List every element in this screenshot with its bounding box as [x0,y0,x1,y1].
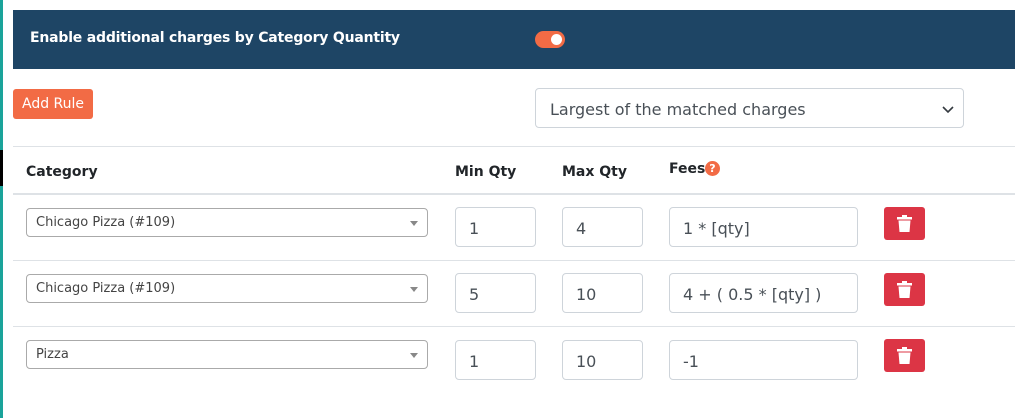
enable-charges-toggle[interactable] [535,31,565,48]
min-qty-input[interactable]: 1 [455,207,536,247]
question-circle-icon[interactable]: ? [705,161,720,176]
column-header-max-qty: Max Qty [562,164,628,180]
fee-input[interactable]: 4 + ( 0.5 * [qty] ) [669,273,858,313]
delete-rule-button[interactable] [884,273,925,306]
min-qty-input[interactable]: 5 [455,273,536,313]
category-select[interactable]: Chicago Pizza (#109) [26,274,428,303]
min-qty-value: 5 [469,285,480,304]
fee-input[interactable]: -1 [669,340,858,380]
column-header-min-qty: Min Qty [455,164,517,180]
min-qty-value: 1 [469,352,480,371]
fee-value: 1 * [qty] [683,219,750,238]
max-qty-value: 10 [576,352,597,371]
max-qty-value: 4 [576,219,587,238]
trash-icon [897,347,912,364]
delete-rule-button[interactable] [884,207,925,240]
max-qty-input[interactable]: 4 [562,207,643,247]
trash-icon [897,281,912,298]
toggle-knob-icon [551,34,562,45]
settings-header: Enable additional charges by Category Qu… [13,10,1015,69]
table-row: Chicago Pizza (#109) 1 4 1 * [qty] [0,194,1015,260]
min-qty-value: 1 [469,219,480,238]
trash-icon [897,215,912,232]
fee-input[interactable]: 1 * [qty] [669,207,858,247]
charge-mode-select[interactable]: Largest of the matched charges [535,88,964,128]
toolbar-divider [13,146,1015,147]
column-header-fees: Fees [669,161,706,177]
max-qty-value: 10 [576,285,597,304]
add-rule-button[interactable]: Add Rule [13,89,93,119]
category-select[interactable]: Chicago Pizza (#109) [26,208,428,237]
charge-mode-value: Largest of the matched charges [550,100,806,119]
fee-value: 4 + ( 0.5 * [qty] ) [683,285,822,304]
category-value: Chicago Pizza (#109) [36,281,176,296]
category-select[interactable]: Pizza [26,340,428,369]
dropdown-arrow-icon [410,221,418,226]
left-edge-marker [0,150,3,186]
table-row: Pizza 1 10 -1 [0,326,1015,392]
delete-rule-button[interactable] [884,339,925,372]
header-title: Enable additional charges by Category Qu… [30,30,400,46]
min-qty-input[interactable]: 1 [455,340,536,380]
fee-value: -1 [683,352,699,371]
max-qty-input[interactable]: 10 [562,340,643,380]
dropdown-arrow-icon [410,287,418,292]
category-value: Pizza [36,347,69,362]
table-row: Chicago Pizza (#109) 5 10 4 + ( 0.5 * [q… [0,260,1015,326]
max-qty-input[interactable]: 10 [562,273,643,313]
category-value: Chicago Pizza (#109) [36,215,176,230]
chevron-down-icon [942,106,954,114]
dropdown-arrow-icon [410,353,418,358]
column-header-category: Category [26,164,98,180]
